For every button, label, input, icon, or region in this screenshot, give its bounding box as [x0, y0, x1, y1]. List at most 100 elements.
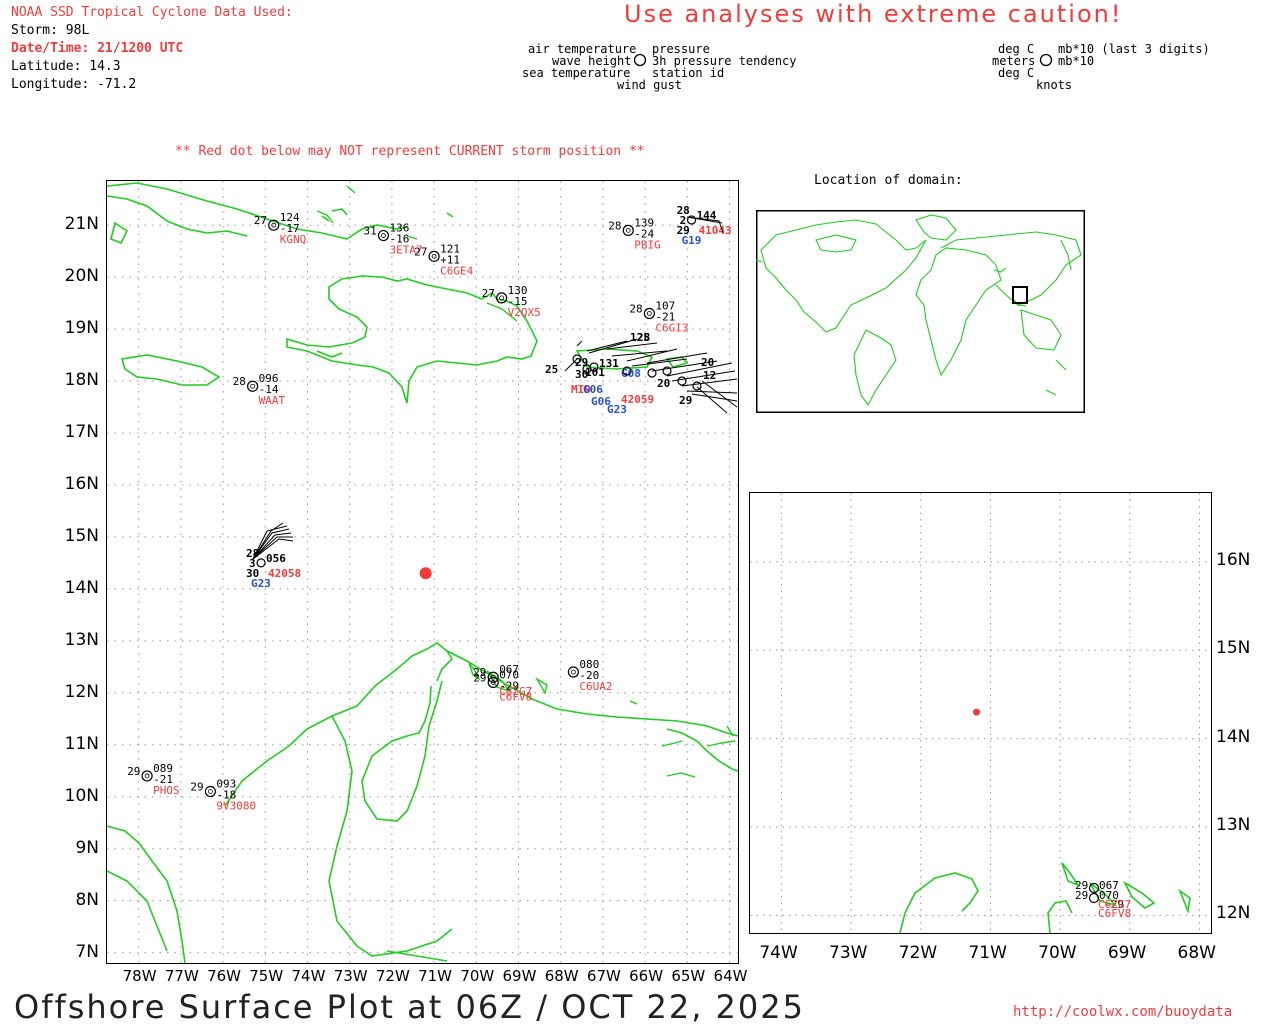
footer-title: Offshore Surface Plot at 06Z / OCT 22, 2… — [14, 988, 805, 1026]
lat-tick-label: 21N — [64, 214, 99, 235]
lat-tick-label: 17N — [64, 422, 99, 442]
station-id: PHOS — [153, 784, 180, 797]
lon-tick-label: 69W — [502, 967, 537, 985]
buoy-pressure: 056 — [266, 552, 286, 565]
legend-wind-gust: wind gust — [617, 78, 683, 92]
lon-tick-label: 74W — [291, 967, 326, 985]
storm-position-dot — [419, 567, 432, 580]
station-waat: 28 096-14WAAT — [233, 372, 286, 407]
cluster-value: 29 — [679, 394, 692, 407]
lat-tick-label: 12N — [64, 681, 99, 702]
station-air-temp: 31 — [363, 225, 376, 238]
zoom-lon-tick-label: 70W — [1038, 943, 1077, 963]
buoy-42058: 2833005642058G23 — [246, 547, 301, 590]
station-id: KGNQ — [280, 233, 307, 246]
legend-sea-temp: sea temperature — [522, 66, 631, 80]
storm-id: Storm: 98L — [11, 23, 90, 38]
station-pbig: 28 139-24PBIG — [608, 216, 661, 251]
zoom-coastlines — [899, 862, 1191, 933]
longitude: Longitude: -71.2 — [11, 77, 137, 92]
station-air-temp: 27 — [254, 214, 267, 227]
caution-banner: Use analyses with extreme caution! — [624, 0, 1123, 28]
buoy-gauge-id: G23 — [251, 577, 271, 590]
station-circle-icon — [141, 770, 153, 782]
lat-tick-label: 14N — [64, 577, 99, 598]
station-c6ge4: 27 121+11C6GE4 — [414, 242, 473, 277]
station-circle-icon — [567, 666, 579, 678]
datetime: Date/Time: 21/1200 UTC — [11, 41, 184, 56]
lat-tick-label: 10N — [64, 785, 99, 806]
zoom-lat-tick-label: 15N — [1216, 638, 1251, 659]
station-circle-icon — [647, 368, 657, 378]
zoom-lon-tick-label: 72W — [898, 943, 938, 963]
station-air-temp: 29 — [190, 781, 203, 794]
inset-title: Location of domain: — [814, 173, 963, 188]
cluster-value: 12 — [703, 369, 716, 382]
zoom-map[interactable] — [750, 493, 1210, 933]
station-kgnq: 27 124-17KGNQ — [254, 211, 306, 246]
legend-knots: knots — [1036, 78, 1073, 92]
lon-tick-label: 65W — [671, 967, 706, 985]
station-id: V2QX5 — [508, 306, 541, 319]
zoom-lon-tick-label: 73W — [829, 943, 868, 963]
coastline-hispaniola — [286, 275, 538, 404]
station-c6gi3: 28 107-21C6GI3 — [629, 299, 688, 334]
legend-mb10: mb*10 — [1058, 54, 1095, 68]
station-circle-icon — [247, 380, 259, 392]
station-air-temp: 29 — [127, 765, 140, 778]
lat-tick-label: 18N — [64, 370, 99, 391]
lon-tick-label: 70W — [460, 967, 495, 985]
coastline-jamaica — [120, 354, 221, 386]
station-circle-icon — [692, 381, 702, 391]
zoom-grid — [750, 493, 1210, 933]
lon-tick-label: 72W — [375, 967, 410, 985]
lon-tick-label: 76W — [207, 967, 241, 985]
station-id: WAAT — [259, 394, 286, 407]
cluster-id: 42059 — [621, 393, 654, 406]
coastline-cuba — [107, 182, 408, 245]
cluster-value: 20 — [701, 356, 714, 369]
lon-tick-label: 71W — [418, 967, 453, 985]
lat-tick-label: 8N — [75, 889, 99, 910]
station-v2qx5: 27 130-15V2QX5 — [482, 284, 541, 319]
world-inset-map[interactable] — [756, 210, 1085, 413]
zoom-station-id-2: C6FV8 — [1098, 907, 1132, 920]
zoom-lat-tick-label: 12N — [1216, 903, 1251, 924]
station-circle-icon — [633, 53, 647, 67]
station-air-temp: 28 — [629, 302, 642, 315]
station-plots: 27 124-17KGNQ31 136-163ETA727 121+11C6GE427… — [127, 204, 732, 813]
station-circle-icon — [204, 785, 217, 798]
zoom-storm-position-dot — [973, 708, 981, 716]
zoom-lon-tick-label: 68W — [1177, 943, 1216, 963]
lat-tick-label: 7N — [75, 941, 99, 962]
station-id: PBIG — [634, 238, 661, 251]
lon-tick-label: 77W — [164, 967, 199, 985]
station-air-temp: 28 — [233, 375, 246, 388]
cluster-value: 20 — [657, 377, 670, 390]
station-air-temp: 27 — [414, 245, 427, 258]
buoy-id: 41043 — [699, 224, 732, 237]
station-circle-icon — [256, 558, 266, 568]
lon-tick-label: 66W — [629, 967, 664, 985]
station-id: C6UA2 — [579, 680, 612, 693]
main-map[interactable]: 27 124-17KGNQ31 136-163ETA727 121+11C6GE427… — [107, 181, 738, 963]
station-air-temp: 29 — [473, 671, 486, 684]
lon-tick-label: 73W — [333, 967, 368, 985]
lat-tick-label: 19N — [64, 318, 99, 339]
lat-tick-label: 9N — [75, 837, 99, 858]
latitude: Latitude: 14.3 — [11, 59, 121, 74]
zoom-lat-tick-label: 13N — [1216, 814, 1251, 835]
source-title: NOAA SSD Tropical Cyclone Data Used: — [11, 5, 293, 20]
station-air-temp: 28 — [608, 219, 621, 232]
lon-tick-label: 78W — [122, 967, 157, 985]
station-circle-icon — [643, 307, 655, 320]
lat-tick-label: 13N — [64, 629, 99, 650]
buoy-gauge-id: G19 — [682, 234, 702, 247]
zoom-lat-tick-label: 14N — [1216, 726, 1251, 747]
storm-position-warning: ** Red dot below may NOT represent CURRE… — [175, 144, 645, 159]
cluster-id: G06 — [591, 395, 611, 408]
buoy-41043: 2822914441043G19 — [677, 204, 732, 247]
lat-tick-label: 15N — [64, 525, 99, 546]
footer-url[interactable]: http://coolwx.com/buoydata — [1013, 1004, 1232, 1020]
station-9v3080: 29 093-189V3080 — [190, 778, 256, 813]
